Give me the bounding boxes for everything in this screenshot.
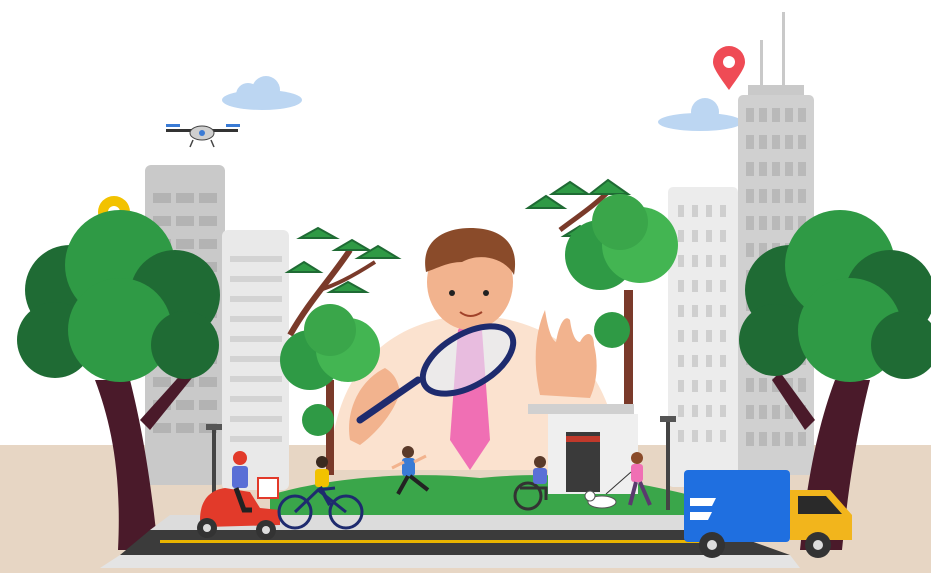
curb	[100, 555, 800, 568]
cloud-icon	[222, 76, 302, 110]
location-pin-red-icon	[713, 46, 745, 90]
drone-icon	[166, 124, 240, 148]
building-right-light	[668, 187, 738, 487]
road-line	[160, 540, 720, 543]
city-illustration-svg	[0, 12, 931, 573]
city-illustration	[0, 0, 931, 573]
cloud-icon	[658, 98, 742, 131]
building-left-light	[222, 230, 289, 490]
